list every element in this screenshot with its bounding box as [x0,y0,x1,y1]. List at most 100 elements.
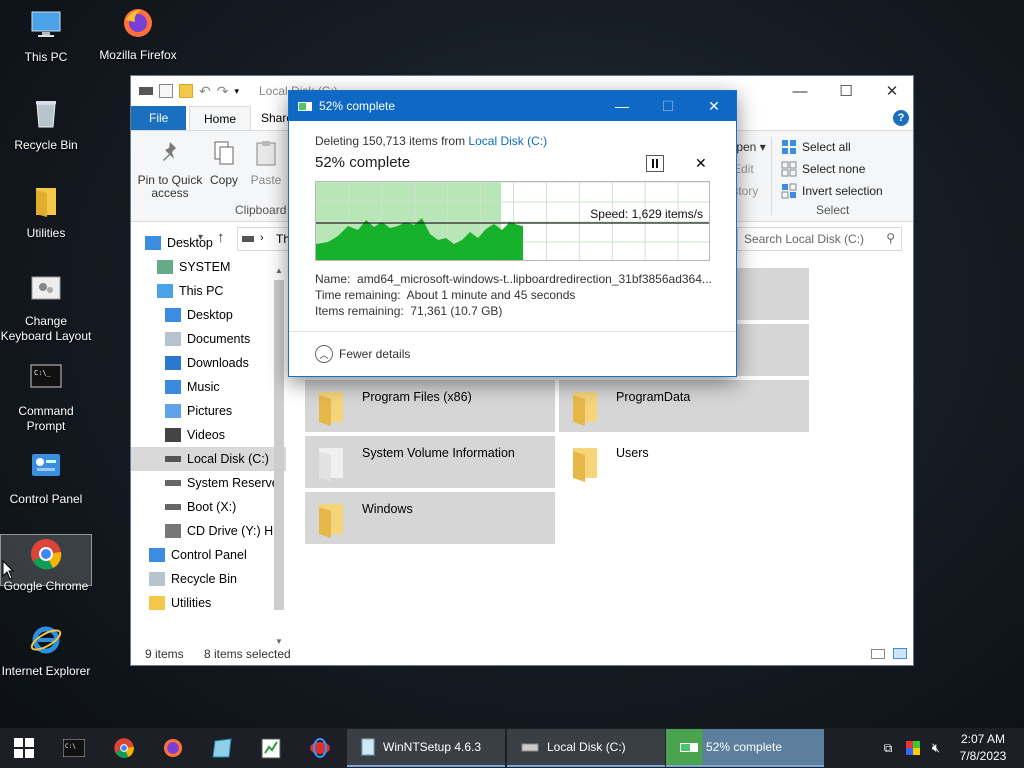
tray-color-icon[interactable] [904,728,922,768]
clock[interactable]: 2:07 AM 7/8/2023 [952,731,1014,765]
folder-tile[interactable]: Users [559,436,809,488]
cancel-operation-button[interactable]: ✕ [695,155,707,172]
invert-selection-button[interactable]: Invert selection [781,181,883,201]
recycle-bin-icon [149,572,165,586]
help-icon[interactable]: ? [893,110,909,126]
dialog-maximize-button[interactable]: ☐ [645,91,691,121]
nav-item[interactable]: Videos [131,423,286,447]
paste-button[interactable]: Paste [247,139,285,187]
new-folder-icon[interactable] [179,84,193,98]
desktop-icon-command-prompt[interactable]: C:\_ Command Prompt [0,362,92,434]
taskbar-task-winntsetup[interactable]: WinNTSetup 4.6.3 [347,729,505,767]
desktop-icon-firefox[interactable]: Mozilla Firefox [92,6,184,63]
taskbar-app-disk[interactable] [198,728,246,768]
desktop-icon [165,308,181,322]
desktop-icon-recycle-bin[interactable]: Recycle Bin [0,96,92,153]
clock-time: 2:07 AM [960,732,1006,746]
dialog-title: 52% complete [319,99,396,113]
ribbon-separator [771,137,772,215]
details-view-icon[interactable] [871,649,885,659]
taskbar-command-prompt[interactable]: C:\ [50,728,98,768]
nav-item[interactable]: Downloads [131,351,286,375]
taskbar-app-network[interactable] [296,728,344,768]
desktop-icon-internet-explorer[interactable]: Internet Explorer [0,622,92,679]
nav-item[interactable]: Desktop [131,231,286,255]
fewer-details-button[interactable]: ︿ Fewer details [315,345,410,363]
desktop-icon-label: This PC [24,50,68,64]
large-icons-view-icon[interactable] [893,648,907,659]
properties-icon[interactable] [159,84,173,98]
nav-item[interactable]: Boot (X:) [131,495,286,519]
tab-file[interactable]: File [131,106,187,130]
taskbar-task-explorer[interactable]: Local Disk (C:) [507,729,665,767]
invert-selection-icon [781,183,797,199]
navigation-pane: Desktop SYSTEM This PC Desktop Documents Down… [131,231,286,636]
nav-item[interactable]: Control Panel [131,543,286,567]
disk-tool-icon [212,738,232,758]
recycle-bin-icon [36,101,56,128]
nav-item[interactable]: SYSTEM [131,255,286,279]
nav-item-label: Desktop [187,308,233,322]
copy-button[interactable]: Copy [207,139,241,187]
nav-item[interactable]: This PC [131,279,286,303]
nav-item[interactable]: Local Disk (C:) [131,447,286,471]
taskbar-task-progress[interactable]: 52% complete [666,729,824,767]
source-link[interactable]: Local Disk (C:) [468,134,547,148]
select-none-button[interactable]: Select none [781,159,865,179]
search-input[interactable]: Search Local Disk (C:) ⚲ [737,227,902,251]
scroll-up-icon[interactable]: ▲ [272,266,286,275]
folder-icon [319,448,343,482]
close-button[interactable]: ✕ [869,76,915,106]
scroll-thumb[interactable] [274,280,284,610]
tray-network-icon[interactable]: ⧉ [878,728,898,768]
tab-home[interactable]: Home [189,106,252,130]
taskbar: C:\ WinNTSetup 4.6.3 Local Disk (C:) 52%… [0,728,1024,768]
nav-item-label: Boot (X:) [187,500,237,514]
nav-item[interactable]: Pictures [131,399,286,423]
dialog-close-button[interactable]: ✕ [691,91,737,121]
folder-icon [573,448,597,482]
folder-tile[interactable]: Windows [305,492,555,544]
nav-item[interactable]: Desktop [131,303,286,327]
nav-item[interactable]: CD Drive (Y:) H [131,519,286,543]
desktop-icon-change-keyboard[interactable]: Change Keyboard Layout [0,272,92,344]
desktop-icon-label: Change Keyboard Layout [0,314,92,343]
pin-to-quick-access-button[interactable]: Pin to Quick access [137,139,203,200]
svg-text:C:\: C:\ [65,743,76,750]
selected-count: 8 items selected [204,647,291,661]
nav-scrollbar[interactable]: ▲ ▼ [272,266,286,646]
folder-tile[interactable]: ProgramData [559,380,809,432]
nav-item[interactable]: Music [131,375,286,399]
desktop-icon-control-panel[interactable]: Control Panel [0,450,92,507]
nav-item[interactable]: System Reserve [131,471,286,495]
dialog-minimize-button[interactable]: — [599,91,645,121]
nav-item[interactable]: Recycle Bin [131,567,286,591]
windows-logo-icon [14,738,34,758]
drive-icon [165,504,181,510]
undo-icon[interactable]: ↶ [199,83,211,100]
redo-icon[interactable]: ↷ [217,83,229,100]
folder-tile[interactable]: Program Files (x86) [305,380,555,432]
desktop-icon-this-pc[interactable]: This PC [0,8,92,65]
drive-icon [139,87,153,95]
taskbar-app-notepad[interactable] [247,728,295,768]
desktop-icon-utilities[interactable]: Utilities [0,184,92,241]
nav-item[interactable]: Utilities [131,591,286,615]
select-all-button[interactable]: Select all [781,137,851,157]
volume-muted-icon[interactable]: 🔇︎ [926,728,946,768]
start-button[interactable] [0,728,48,768]
minimize-button[interactable]: — [777,76,823,106]
dialog-divider [289,331,736,332]
nav-item[interactable]: Documents [131,327,286,351]
chevron-down-icon[interactable]: ▾ [234,86,239,97]
mouse-cursor [2,560,14,580]
folder-tile[interactable]: System Volume Information [305,436,555,488]
nav-item-label: Control Panel [171,548,247,562]
desktop-icon-label: Mozilla Firefox [99,48,177,62]
clock-date: 7/8/2023 [959,749,1007,763]
pause-button[interactable] [646,155,664,172]
taskbar-chrome[interactable] [100,728,148,768]
maximize-button[interactable]: ☐ [823,76,869,106]
detail-name: Name: amd64_microsoft-windows-t..lipboar… [315,272,712,286]
taskbar-firefox[interactable] [149,728,197,768]
